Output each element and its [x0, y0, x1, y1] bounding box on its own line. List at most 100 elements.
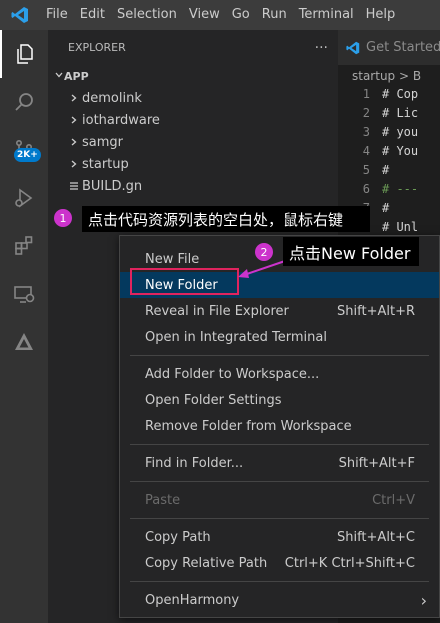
- tab-label: Get Started: [366, 40, 440, 55]
- menu-item-openharmony[interactable]: OpenHarmony ›: [120, 587, 439, 613]
- menu-help[interactable]: Help: [360, 0, 402, 30]
- code-line: 2 # Lic: [338, 106, 440, 125]
- line-number: 1: [362, 87, 370, 101]
- menu-item-copy-relative-path[interactable]: Copy Relative Path Ctrl+K Ctrl+Shift+C: [120, 550, 439, 576]
- line-text: # ---: [382, 182, 419, 196]
- chevron-down-icon: [54, 70, 64, 83]
- step2-callout: 点击New Folder: [283, 237, 419, 266]
- code-line: 5 #: [338, 163, 440, 182]
- file-lines-icon: [66, 181, 82, 191]
- menu-item-reveal-in-file-explorer[interactable]: Reveal in File Explorer Shift+Alt+R: [120, 298, 439, 324]
- menu-item-open-folder-settings[interactable]: Open Folder Settings: [120, 387, 439, 413]
- menu-edit[interactable]: Edit: [74, 0, 111, 30]
- sidebar-title: EXPLORER: [68, 41, 126, 54]
- menu-separator: [130, 518, 429, 519]
- menu-item-paste: Paste Ctrl+V: [120, 487, 439, 513]
- menu-separator: [130, 581, 429, 582]
- line-text: # You: [382, 144, 419, 158]
- run-debug-icon[interactable]: [0, 174, 48, 222]
- tree-folder-startup[interactable]: startup: [48, 153, 338, 175]
- vscode-logo-icon: [0, 0, 40, 30]
- menu-item-label: Open Folder Settings: [145, 392, 282, 408]
- line-text: # Cop: [382, 87, 419, 101]
- workspace-section-header[interactable]: APP: [48, 65, 338, 87]
- menu-item-remove-folder[interactable]: Remove Folder from Workspace: [120, 413, 439, 439]
- breadcrumb[interactable]: startup > B: [338, 65, 440, 87]
- menu-item-add-folder-to-workspace[interactable]: Add Folder to Workspace...: [120, 361, 439, 387]
- step2-marker: 2: [255, 243, 273, 261]
- menu-selection[interactable]: Selection: [111, 0, 183, 30]
- menu-item-label: OpenHarmony: [145, 592, 240, 608]
- menu-item-shortcut: Shift+Alt+R: [337, 303, 415, 319]
- extensions-icon[interactable]: [0, 222, 48, 270]
- menu-bar: File Edit Selection View Go Run Terminal…: [0, 0, 440, 30]
- code-line: 4 # You: [338, 144, 440, 163]
- tree-file-label: BUILD.gn: [82, 178, 143, 194]
- line-number: 6: [362, 182, 370, 196]
- menu-item-label: Paste: [145, 492, 181, 508]
- menu-file[interactable]: File: [40, 0, 74, 30]
- menu-item-label: Find in Folder...: [145, 455, 244, 471]
- code-line: 3 # you: [338, 125, 440, 144]
- activity-bar: 2K+: [0, 30, 48, 623]
- menu-item-shortcut: Shift+Alt+C: [336, 529, 415, 545]
- source-control-badge: 2K+: [14, 148, 41, 162]
- search-icon[interactable]: [0, 78, 48, 126]
- tree-folder-iothardware[interactable]: iothardware: [48, 109, 338, 131]
- menu-separator: [130, 355, 429, 356]
- menu-item-open-in-terminal[interactable]: Open in Integrated Terminal: [120, 324, 439, 350]
- vscode-tab-icon: [346, 41, 360, 55]
- code-line: 1 # Cop: [338, 87, 440, 106]
- menu-item-shortcut: Ctrl+V: [372, 492, 415, 508]
- tree-folder-label: iothardware: [82, 112, 160, 128]
- tree-folder-samgr[interactable]: samgr: [48, 131, 338, 153]
- tree-folder-demolink[interactable]: demolink: [48, 87, 338, 109]
- menu-separator: [130, 481, 429, 482]
- line-number: 5: [362, 163, 370, 177]
- tree-file-build-gn[interactable]: BUILD.gn: [48, 175, 338, 197]
- step1-callout: 点击代码资源列表的空白处，鼠标右键: [82, 206, 370, 232]
- tree-folder-label: samgr: [82, 134, 123, 150]
- explorer-icon[interactable]: [0, 30, 48, 78]
- chevron-right-icon: [66, 93, 82, 103]
- menu-go[interactable]: Go: [226, 0, 256, 30]
- line-text: # you: [382, 125, 419, 139]
- tab-get-started[interactable]: Get Started: [338, 30, 440, 65]
- line-text: #: [382, 163, 390, 177]
- code-line: 6 # ---: [338, 182, 440, 201]
- more-actions-icon[interactable]: ···: [315, 40, 328, 56]
- editor-tabs: Get Started: [338, 30, 440, 65]
- line-number: 4: [362, 144, 370, 158]
- sidebar-header: EXPLORER ···: [48, 30, 338, 65]
- tree-folder-label: startup: [82, 156, 129, 172]
- menu-item-copy-path[interactable]: Copy Path Shift+Alt+C: [120, 524, 439, 550]
- line-number: 3: [362, 125, 370, 139]
- openharmony-icon[interactable]: [0, 318, 48, 366]
- menu-view[interactable]: View: [183, 0, 226, 30]
- menu-item-label: Add Folder to Workspace...: [145, 366, 320, 382]
- step1-marker: 1: [54, 209, 72, 227]
- line-text: #: [382, 201, 390, 215]
- tree-folder-label: demolink: [82, 90, 142, 106]
- menu-item-label: Open in Integrated Terminal: [145, 329, 327, 345]
- menu-terminal[interactable]: Terminal: [293, 0, 360, 30]
- remote-explorer-icon[interactable]: [0, 270, 48, 318]
- menu-run[interactable]: Run: [256, 0, 293, 30]
- chevron-right-icon: [66, 137, 82, 147]
- line-text: # Lic: [382, 106, 419, 120]
- submenu-chevron-icon: ›: [420, 590, 427, 610]
- explorer-context-menu: New File New Folder Reveal in File Explo…: [119, 235, 440, 618]
- menu-item-label: Copy Path: [145, 529, 211, 545]
- menu-item-label: Reveal in File Explorer: [145, 303, 289, 319]
- line-number: 2: [362, 106, 370, 120]
- menu-item-label: Remove Folder from Workspace: [145, 418, 352, 434]
- chevron-right-icon: [66, 115, 82, 125]
- menu-item-label: Copy Relative Path: [145, 555, 268, 571]
- workspace-section-label: APP: [64, 69, 89, 83]
- menu-item-find-in-folder[interactable]: Find in Folder... Shift+Alt+F: [120, 450, 439, 476]
- chevron-right-icon: [66, 159, 82, 169]
- menu-item-label: New File: [145, 251, 200, 267]
- new-folder-highlight-box: [130, 268, 239, 295]
- menu-separator: [130, 444, 429, 445]
- menu-item-shortcut: Ctrl+K Ctrl+Shift+C: [284, 555, 415, 571]
